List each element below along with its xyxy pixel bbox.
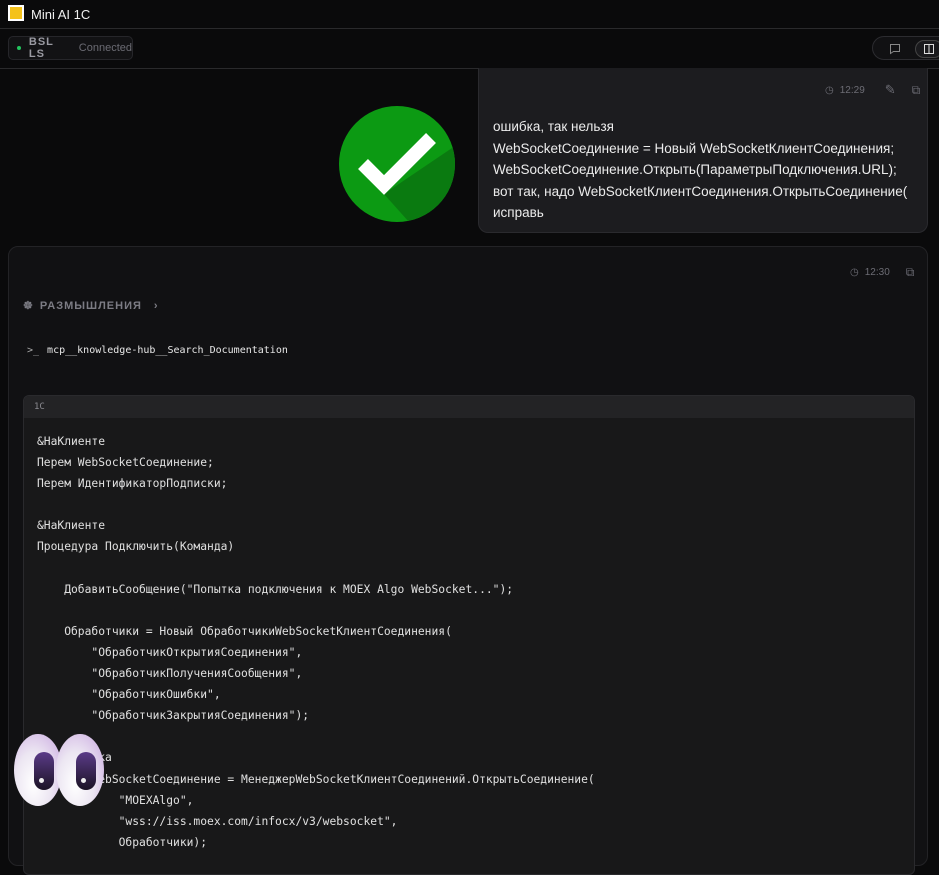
mascot-eyes-icon[interactable] xyxy=(14,734,106,808)
view-toggle xyxy=(872,36,939,60)
split-view-button[interactable] xyxy=(915,40,939,58)
code-line: Попытка xyxy=(37,747,901,768)
chat-view-button[interactable] xyxy=(881,40,909,58)
code-line: Перем ИдентификаторПодписки; xyxy=(37,477,228,491)
code-line: &НаКлиенте xyxy=(37,435,106,448)
app-logo xyxy=(8,5,24,21)
status-state: Connected xyxy=(78,42,132,54)
chevron-right-icon: › xyxy=(153,299,159,312)
code-line: "ОбработчикОшибки", xyxy=(37,688,221,702)
clock-icon: ◷ xyxy=(850,267,859,278)
user-message-text: ошибка, так нельзя WebSocketСоединение = … xyxy=(493,116,907,224)
tool-call-name: mcp__knowledge-hub__Search_Documentation xyxy=(47,345,288,356)
code-line: &НаКлиенте xyxy=(37,519,106,533)
status-name: BSL LS xyxy=(28,36,54,60)
code-language: 1C xyxy=(24,396,914,418)
edit-icon[interactable]: ✎ xyxy=(885,82,896,98)
code-line: WebSocketСоединение = МенеджерWebSocketК… xyxy=(37,772,595,786)
bsl-ls-status-badge[interactable]: BSL LS Connected xyxy=(8,36,133,60)
user-message: ◷ 12:29 ✎ ⧉ ошибка, так нельзя WebSocketС… xyxy=(478,68,928,233)
terminal-icon: >_ xyxy=(27,345,40,356)
copy-icon[interactable]: ⧉ xyxy=(906,265,915,280)
message-line: ошибка, так нельзя xyxy=(493,119,614,134)
message-line: вот так, надо WebSocketКлиентСоединения.… xyxy=(493,183,908,199)
code-line: ДобавитьСообщение("Попытка подключения к… xyxy=(37,582,514,596)
tool-call[interactable]: >_ mcp__knowledge-hub__Search_Documentat… xyxy=(27,345,288,356)
code-line: Процедура Подключить(Команда) xyxy=(37,540,235,554)
brain-icon: ☸ xyxy=(23,300,34,312)
clock-icon: ◷ xyxy=(825,84,834,96)
toolbar: BSL LS Connected xyxy=(0,29,939,69)
message-line: исправь xyxy=(493,205,544,220)
chat-icon xyxy=(890,44,900,55)
success-checkmark-icon xyxy=(339,106,455,222)
copy-icon[interactable]: ⧉ xyxy=(912,83,921,98)
code-line: Обработчики = Новый ОбработчикиWebSocket… xyxy=(37,624,452,638)
code-line: Перем WebSocketСоединение; xyxy=(37,456,214,470)
columns-icon xyxy=(924,44,934,54)
code-block: 1C &НаКлиенте Перем WebSocketСоединение; П… xyxy=(23,395,915,875)
code-content: &НаКлиенте Перем WebSocketСоединение; Пере… xyxy=(24,418,914,866)
code-line: "MOEXAlgo", xyxy=(37,793,194,807)
thinking-toggle[interactable]: ☸ РАЗМЫШЛЕНИЯ › xyxy=(23,299,159,313)
message-line: WebSocketСоединение = Новый WebSocketКли… xyxy=(493,140,895,156)
thinking-label: РАЗМЫШЛЕНИЯ xyxy=(39,299,142,312)
title-bar: Mini AI 1C xyxy=(0,0,939,29)
message-time: 12:30 xyxy=(864,267,890,278)
app-title: Mini AI 1C xyxy=(31,7,91,22)
code-line: "ОбработчикПолученияСообщения", xyxy=(37,667,303,681)
code-line: "ОбработчикЗакрытияСоединения"); xyxy=(37,709,310,723)
code-line: "wss://iss.moex.com/infocx/v3/websocket"… xyxy=(37,814,398,828)
assistant-message: ◷ 12:30 ⧉ ☸ РАЗМЫШЛЕНИЯ › >_ mcp__knowle… xyxy=(8,246,928,875)
code-line: Обработчики); xyxy=(37,835,208,849)
status-dot-icon xyxy=(17,46,21,50)
message-line: WebSocketСоединение.Открыть(ПараметрыПод… xyxy=(493,162,897,177)
code-line: "ОбработчикОткрытияСоединения", xyxy=(37,645,303,659)
message-time: 12:29 xyxy=(839,84,865,96)
